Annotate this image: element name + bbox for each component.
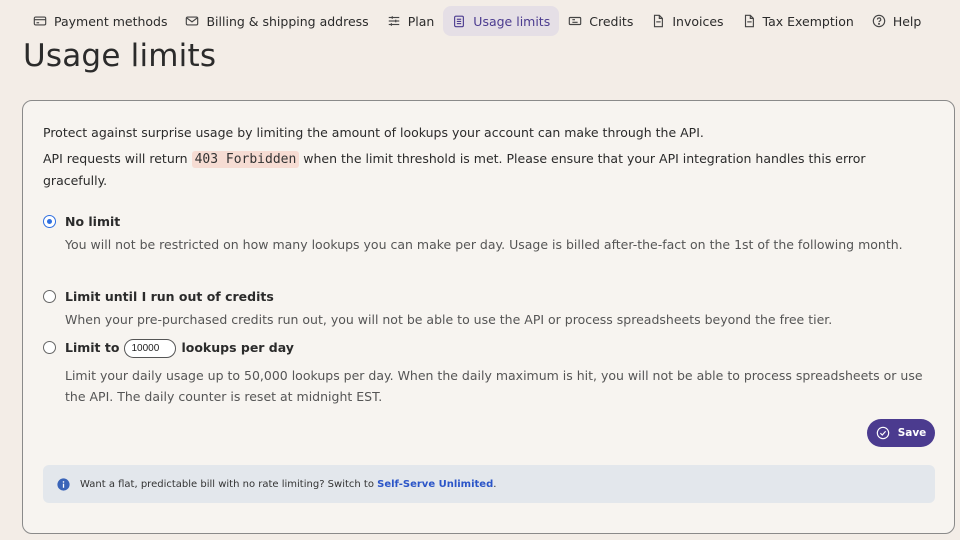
option-credits-limit[interactable]: Limit until I run out of credits When yo…	[43, 287, 923, 331]
tab-tax-exemption[interactable]: Tax Exemption	[733, 6, 863, 36]
label-post: lookups per day	[181, 340, 294, 355]
tab-label: Billing & shipping address	[206, 13, 369, 29]
ticket-icon	[568, 16, 582, 26]
tab-help[interactable]: Help	[863, 6, 931, 36]
self-serve-unlimited-link[interactable]: Self-Serve Unlimited	[377, 479, 493, 490]
intro-line-api: API requests will return 403 Forbidden w…	[43, 148, 923, 191]
tab-label: Tax Exemption	[762, 13, 854, 29]
page-title: Usage limits	[23, 38, 217, 74]
usage-limits-card: Protect against surprise usage by limiti…	[22, 100, 955, 534]
save-label: Save	[897, 427, 927, 439]
envelope-icon	[186, 16, 199, 26]
option-label: No limit	[65, 214, 121, 229]
daily-limit-radio[interactable]	[43, 341, 56, 354]
info-message: Want a flat, predictable bill with no ra…	[80, 478, 378, 490]
option-label: Limit to lookups per day	[65, 338, 294, 358]
info-icon	[57, 477, 70, 491]
tab-usage-limits[interactable]: Usage limits	[443, 6, 560, 36]
settings-nav: Payment methods Billing & shipping addre…	[24, 6, 960, 36]
tab-label: Usage limits	[473, 13, 551, 29]
check-circle-icon	[876, 426, 889, 440]
save-button[interactable]: Save	[867, 419, 935, 447]
label-pre: Limit to	[65, 340, 120, 355]
info-text: Want a flat, predictable bill with no ra…	[80, 479, 496, 490]
tab-billing-address[interactable]: Billing & shipping address	[176, 6, 377, 36]
tab-label: Help	[892, 13, 922, 29]
tab-label: Invoices	[672, 13, 724, 29]
intro-line: Protect against surprise usage by limiti…	[43, 125, 704, 140]
credits-limit-radio[interactable]	[43, 290, 56, 303]
document-icon	[744, 14, 754, 28]
document-icon	[654, 14, 664, 28]
status-code: 403 Forbidden	[191, 151, 300, 168]
intro-pre: API requests will return	[43, 151, 192, 166]
option-description: You will not be restricted on how many l…	[65, 237, 903, 252]
tab-plan[interactable]: Plan	[378, 6, 444, 36]
clipboard-icon	[454, 15, 465, 28]
tab-label: Plan	[407, 13, 435, 29]
question-icon	[872, 14, 886, 28]
tab-label: Credits	[589, 13, 634, 29]
intro-text: Protect against surprise usage by limiti…	[43, 122, 923, 191]
option-no-limit[interactable]: No limit You will not be restricted on h…	[43, 212, 923, 278]
credit-card-icon	[33, 16, 47, 26]
info-banner: Want a flat, predictable bill with no ra…	[43, 465, 935, 503]
tab-label: Payment methods	[54, 13, 168, 29]
tab-payment-methods[interactable]: Payment methods	[24, 6, 176, 36]
daily-limit-input[interactable]	[124, 338, 177, 358]
option-description: Limit your daily usage up to 50,000 look…	[65, 368, 923, 404]
info-suffix: .	[493, 478, 497, 490]
tab-invoices[interactable]: Invoices	[642, 6, 732, 36]
sliders-icon	[388, 16, 399, 26]
option-label: Limit until I run out of credits	[65, 289, 274, 304]
option-daily-limit[interactable]: Limit to lookups per day Limit your dail…	[43, 338, 923, 408]
option-description: When your pre-purchased credits run out,…	[65, 312, 833, 327]
tab-credits[interactable]: Credits	[559, 6, 642, 36]
no-limit-radio[interactable]	[43, 215, 56, 228]
